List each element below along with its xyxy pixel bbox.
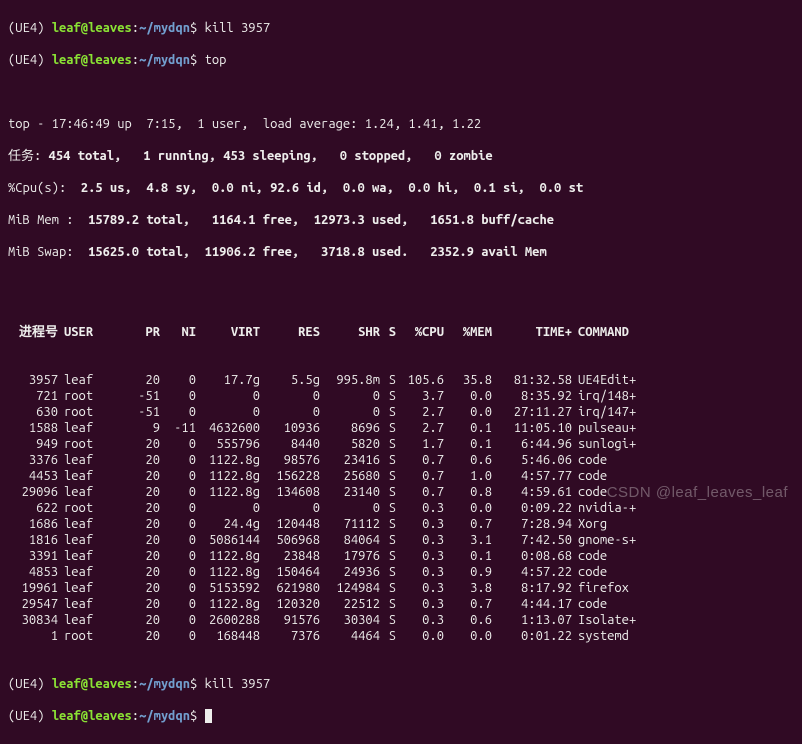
col-ni: NI	[160, 324, 196, 340]
col-s: S	[380, 324, 396, 340]
prompt-line-2: (UE4) leaf@leaves:~/mydqn$ top	[8, 52, 794, 68]
top-swap-line: MiB Swap: 15625.0 total, 11906.2 free, 3…	[8, 244, 794, 260]
top-tasks-line: 任务: 454 total, 1 running, 453 sleeping, …	[8, 148, 794, 164]
table-row: 4853leaf2001122.8g15046424936S0.30.94:57…	[8, 564, 794, 580]
table-row: 1686leaf20024.4g12044871112S0.30.77:28.9…	[8, 516, 794, 532]
col-res: RES	[260, 324, 320, 340]
table-row: 19961leaf2005153592621980124984S0.33.88:…	[8, 580, 794, 596]
col-cpu: %CPU	[396, 324, 444, 340]
table-row: 1root20016844873764464S0.00.00:01.22syst…	[8, 628, 794, 644]
prompt-line-4[interactable]: (UE4) leaf@leaves:~/mydqn$	[8, 708, 794, 724]
top-cpu-line: %Cpu(s): 2.5 us, 4.8 sy, 0.0 ni, 92.6 id…	[8, 180, 794, 196]
col-virt: VIRT	[196, 324, 260, 340]
table-row: 3391leaf2001122.8g2384817976S0.30.10:08.…	[8, 548, 794, 564]
table-row: 3376leaf2001122.8g9857623416S0.70.65:46.…	[8, 452, 794, 468]
blank-line	[8, 84, 794, 100]
blank-line-2	[8, 276, 794, 292]
cursor	[205, 709, 212, 723]
table-row: 29096leaf2001122.8g13460823140S0.70.84:5…	[8, 484, 794, 500]
table-row: 29547leaf2001122.8g12032022512S0.30.74:4…	[8, 596, 794, 612]
table-row: 1816leaf200508614450696884064S0.33.17:42…	[8, 532, 794, 548]
col-mem: %MEM	[444, 324, 492, 340]
prompt-line-3: (UE4) leaf@leaves:~/mydqn$ kill 3957	[8, 676, 794, 692]
process-table-body: 3957leaf20017.7g5.5g995.8mS105.635.881:3…	[8, 372, 794, 644]
top-mem-line: MiB Mem : 15789.2 total, 1164.1 free, 12…	[8, 212, 794, 228]
table-row: 30834leaf20026002889157630304S0.30.61:13…	[8, 612, 794, 628]
table-row: 949root20055579684405820S1.70.16:44.96su…	[8, 436, 794, 452]
table-row: 3957leaf20017.7g5.5g995.8mS105.635.881:3…	[8, 372, 794, 388]
table-row: 622root200000S0.30.00:09.22nvidia-+	[8, 500, 794, 516]
table-row: 1588leaf9-114632600109368696S2.70.111:05…	[8, 420, 794, 436]
top-uptime-line: top - 17:46:49 up 7:15, 1 user, load ave…	[8, 116, 794, 132]
table-row: 630root-510000S2.70.027:11.27irq/147+	[8, 404, 794, 420]
col-cmd: COMMAND	[572, 324, 629, 340]
col-pr: PR	[120, 324, 160, 340]
terminal[interactable]: (UE4) leaf@leaves:~/mydqn$ kill 3957 (UE…	[0, 0, 802, 744]
col-time: TIME+	[492, 324, 572, 340]
prompt-line-1: (UE4) leaf@leaves:~/mydqn$ kill 3957	[8, 20, 794, 36]
table-row: 4453leaf2001122.8g15622825680S0.71.04:57…	[8, 468, 794, 484]
col-user: USER	[58, 324, 120, 340]
col-shr: SHR	[320, 324, 380, 340]
table-row: 721root-510000S3.70.08:35.92irq/148+	[8, 388, 794, 404]
col-pid: 进程号	[8, 324, 58, 340]
process-table-header: 进程号 USER PR NI VIRT RES SHR S %CPU %MEM …	[8, 324, 794, 340]
